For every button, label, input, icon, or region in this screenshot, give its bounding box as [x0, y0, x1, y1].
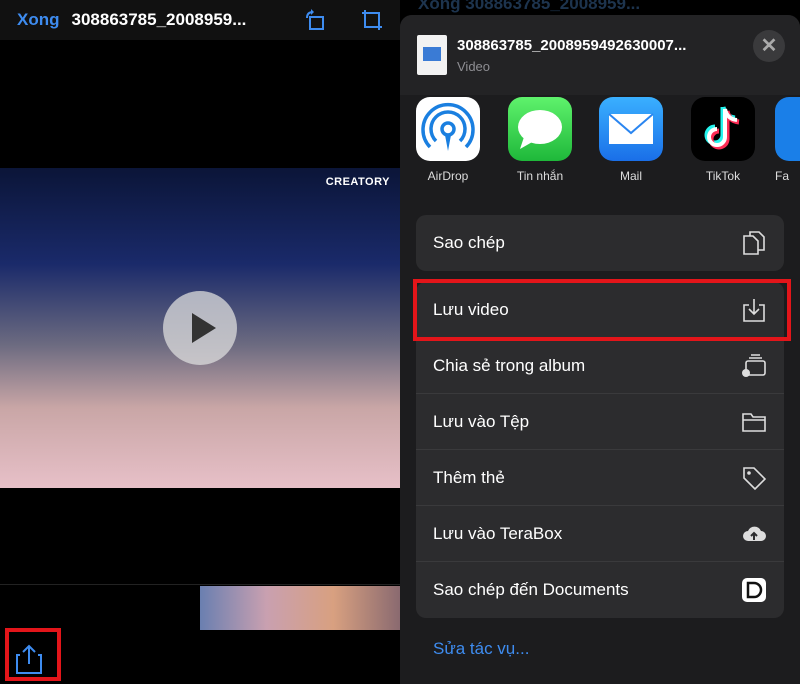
app-mail[interactable]: Mail [591, 97, 671, 183]
video-watermark: CREATORY [325, 176, 390, 188]
app-tiktok[interactable]: TikTok [683, 97, 763, 183]
app-messages[interactable]: Tin nhắn [500, 97, 580, 183]
close-button[interactable]: ✕ [753, 30, 785, 62]
photo-editor: Xong 308863785_2008959... CREATORY [0, 0, 400, 684]
edit-actions-link[interactable]: Sửa tác vụ... [433, 639, 529, 659]
crop-icon[interactable] [360, 8, 384, 32]
app-airdrop[interactable]: AirDrop [408, 97, 488, 183]
action-save-terabox[interactable]: Lưu vào TeraBox [416, 506, 784, 562]
cloud-upload-icon [743, 526, 766, 541]
messages-icon [508, 97, 572, 161]
done-button[interactable]: Xong [17, 10, 60, 30]
action-add-tag[interactable]: Thêm thẻ [416, 450, 784, 506]
highlight-box [413, 279, 791, 341]
action-save-to-files[interactable]: Lưu vào Tệp [416, 394, 784, 450]
app-icon [775, 97, 800, 161]
top-bar: Xong 308863785_2008959... [0, 0, 400, 40]
mail-icon [599, 97, 663, 161]
share-sheet: 308863785_2008959492630007... Video ✕ Ai… [400, 15, 800, 684]
app-row: AirDrop Tin nhắn Mail TikTok Fa [400, 97, 800, 192]
action-copy[interactable]: Sao chép [416, 215, 784, 271]
folder-icon [742, 412, 766, 432]
highlight-box [5, 628, 61, 681]
dimmed-title: Xong 308863785_2008959... [418, 0, 641, 13]
tag-icon [743, 466, 767, 490]
action-group-1: Sao chép [416, 215, 784, 271]
action-shared-album[interactable]: Chia sẻ trong album [416, 338, 784, 394]
file-name: 308863785_2008959492630007... [457, 37, 687, 54]
action-copy-to-documents[interactable]: Sao chép đến Documents [416, 562, 784, 618]
play-button[interactable] [163, 291, 237, 365]
video-file-icon [417, 35, 447, 75]
tiktok-icon [691, 97, 755, 161]
rotate-icon[interactable] [303, 8, 327, 32]
copy-icon [743, 231, 765, 255]
file-title: 308863785_2008959... [71, 10, 247, 29]
documents-app-icon [742, 578, 766, 602]
video-filmstrip[interactable] [200, 586, 400, 630]
file-type: Video [457, 59, 491, 74]
share-header: 308863785_2008959492630007... Video ✕ [400, 15, 800, 95]
airdrop-icon [416, 97, 480, 161]
video-preview[interactable]: CREATORY [0, 168, 400, 488]
app-partial[interactable]: Fa [775, 97, 800, 183]
divider [0, 584, 400, 585]
shared-album-icon [742, 353, 766, 377]
